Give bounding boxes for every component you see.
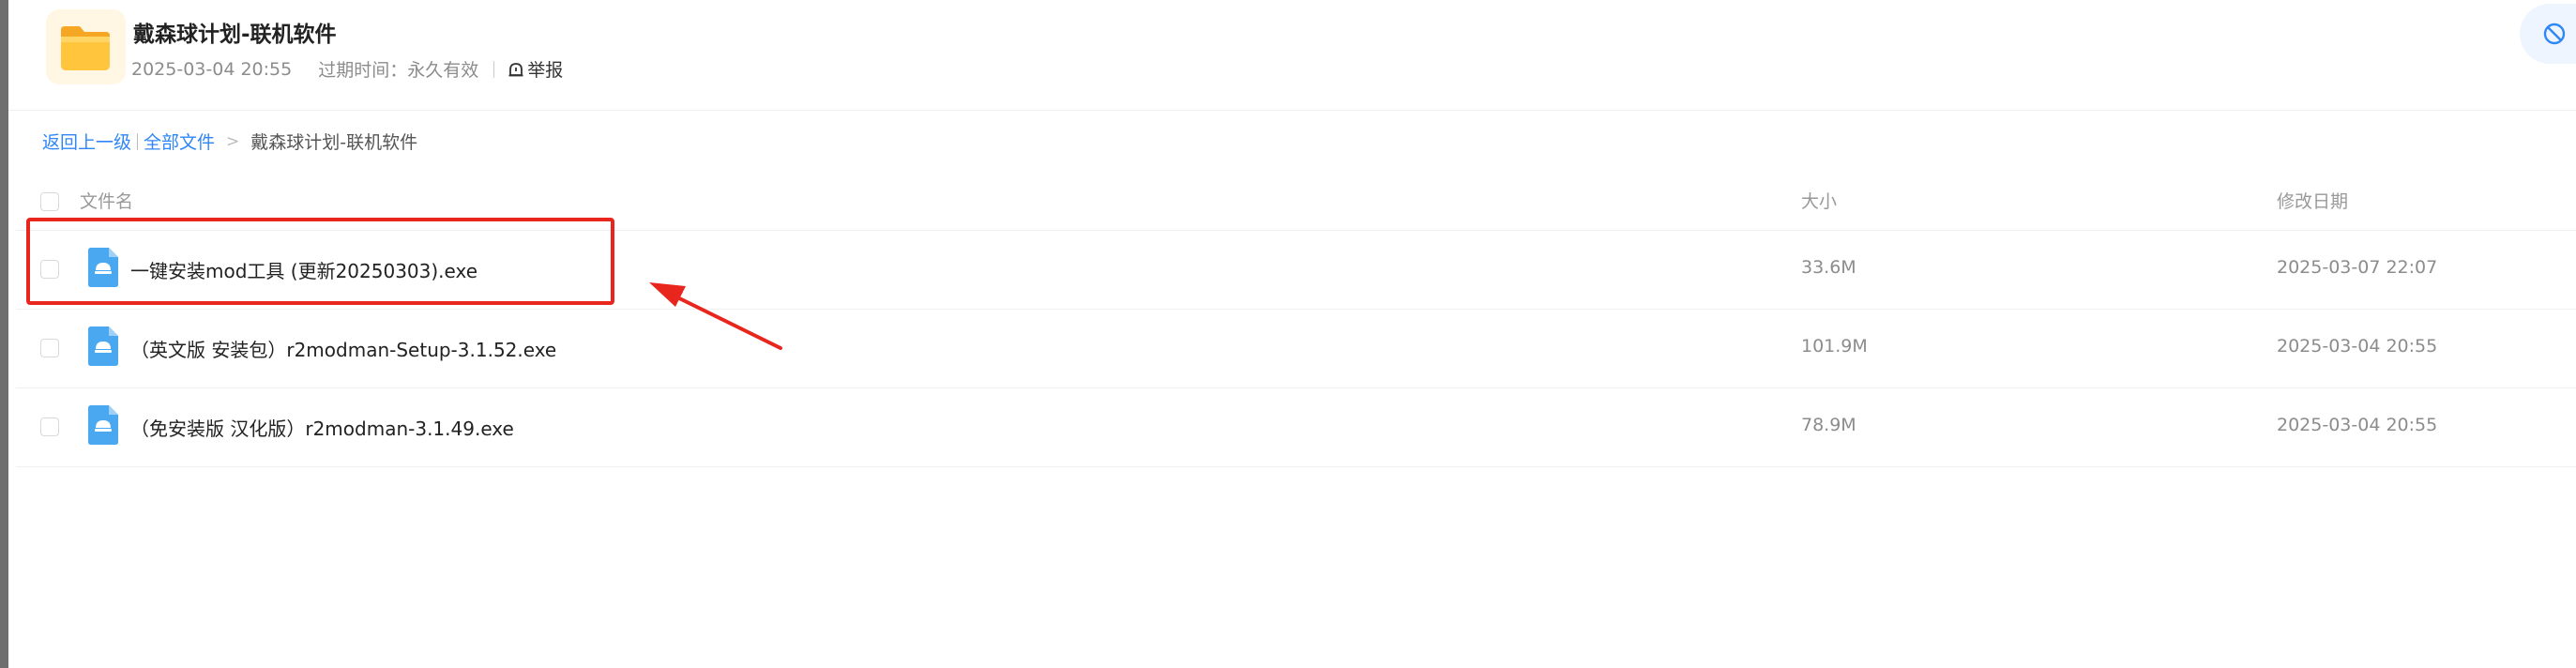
- file-date: 2025-03-07 22:07: [2277, 257, 2438, 278]
- column-header-size[interactable]: 大小: [1801, 188, 1837, 213]
- file-name[interactable]: （英文版 安装包）r2modman-Setup-3.1.52.exe: [130, 335, 556, 362]
- column-header-date[interactable]: 修改日期: [2277, 188, 2348, 213]
- share-date: 2025-03-04 20:55: [131, 58, 293, 80]
- table-row[interactable]: 一键安装mod工具 (更新20250303).exe 33.6M 2025-03…: [16, 231, 2576, 310]
- share-header: 戴森球计划-联机软件 2025-03-04 20:55 过期时间：永久有效 举报: [8, 0, 2576, 111]
- row-checkbox[interactable]: [40, 260, 59, 279]
- share-expire: 过期时间：永久有效: [318, 60, 479, 81]
- row-checkbox[interactable]: [40, 418, 59, 436]
- column-header-name[interactable]: 文件名: [80, 188, 133, 213]
- file-size: 78.9M: [1801, 415, 1856, 435]
- share-meta: 2025-03-04 20:55 过期时间：永久有效 举报: [131, 56, 563, 82]
- exe-file-icon: [88, 326, 118, 366]
- report-icon: [508, 62, 523, 76]
- table-row[interactable]: （免安装版 汉化版）r2modman-3.1.49.exe 78.9M 2025…: [16, 388, 2576, 467]
- file-table: 文件名 大小 修改日期 一键安装mod工具 (更新20250303).exe 3…: [16, 175, 2576, 467]
- select-all-checkbox[interactable]: [40, 192, 59, 211]
- file-name[interactable]: （免安装版 汉化版）r2modman-3.1.49.exe: [130, 414, 514, 441]
- breadcrumb-back-link[interactable]: 返回上一级: [42, 129, 131, 154]
- report-button[interactable]: 举报: [508, 56, 563, 82]
- exe-file-icon: [88, 248, 118, 287]
- row-checkbox[interactable]: [40, 339, 59, 357]
- block-icon: [2543, 23, 2566, 45]
- file-size: 33.6M: [1801, 257, 1856, 278]
- breadcrumb-divider: [137, 132, 139, 150]
- breadcrumb-arrow: >: [226, 131, 240, 151]
- table-header: 文件名 大小 修改日期: [16, 175, 2576, 231]
- folder-icon: [46, 9, 126, 84]
- exe-file-icon: [88, 405, 118, 445]
- table-row[interactable]: （英文版 安装包）r2modman-Setup-3.1.52.exe 101.9…: [16, 310, 2576, 388]
- breadcrumb-all-files-link[interactable]: 全部文件: [144, 129, 215, 154]
- report-label: 举报: [527, 60, 564, 81]
- breadcrumb-current: 戴森球计划-联机软件: [250, 132, 418, 153]
- file-size: 101.9M: [1801, 336, 1868, 357]
- file-date: 2025-03-04 20:55: [2277, 415, 2438, 435]
- file-date: 2025-03-04 20:55: [2277, 336, 2438, 357]
- share-title: 戴森球计划-联机软件: [133, 23, 337, 47]
- meta-divider: [493, 60, 495, 78]
- window-left-edge: [0, 0, 8, 668]
- breadcrumb: 返回上一级 全部文件 > 戴森球计划-联机软件: [42, 129, 417, 154]
- corner-action-button[interactable]: [2520, 4, 2576, 64]
- file-name[interactable]: 一键安装mod工具 (更新20250303).exe: [130, 256, 477, 283]
